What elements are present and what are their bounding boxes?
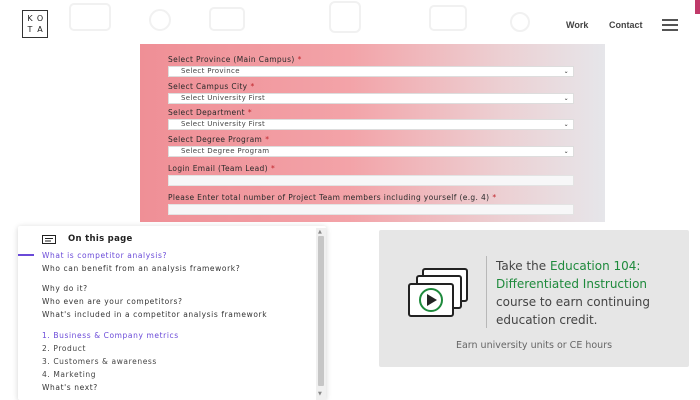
logo-letter: O bbox=[36, 13, 44, 23]
province-select[interactable]: Select Province ⌄ bbox=[168, 66, 574, 77]
nav-contact-link[interactable]: Contact bbox=[609, 20, 643, 30]
field-label-degree-program: Select Degree Program * bbox=[168, 135, 270, 144]
login-email-input[interactable] bbox=[168, 175, 574, 186]
field-label-department: Select Department * bbox=[168, 108, 252, 117]
toc-list-icon bbox=[42, 235, 56, 244]
toc-title: On this page bbox=[68, 234, 133, 244]
scroll-down-icon[interactable]: ▼ bbox=[318, 391, 322, 397]
kota-logo[interactable]: K O T A bbox=[22, 10, 48, 38]
field-label-campus-city: Select Campus City * bbox=[168, 82, 255, 91]
toc-scroll-thumb[interactable] bbox=[318, 236, 324, 386]
toc-item[interactable]: What's next? bbox=[42, 384, 292, 392]
ad-divider bbox=[486, 256, 487, 328]
toc-item[interactable]: What's included in a competitor analysis… bbox=[42, 311, 292, 319]
nav-work-link[interactable]: Work bbox=[566, 20, 588, 30]
toc-item[interactable]: Who can benefit from an analysis framewo… bbox=[42, 265, 292, 273]
ad-headline: Take the Education 104: Differentiated I… bbox=[496, 257, 681, 329]
toc-scrollbar[interactable]: ▲ ▼ bbox=[316, 228, 326, 400]
field-label-province: Select Province (Main Campus) * bbox=[168, 55, 302, 64]
chevron-down-icon: ⌄ bbox=[563, 68, 569, 75]
chevron-down-icon: ⌄ bbox=[563, 95, 569, 102]
toc-item[interactable]: 2. Product bbox=[42, 345, 292, 353]
hamburger-menu-icon[interactable] bbox=[662, 19, 678, 31]
signup-form-panel: Select Province (Main Campus) * Select Pr… bbox=[140, 44, 605, 222]
toc-item[interactable]: 1. Business & Company metrics bbox=[42, 332, 292, 340]
team-members-input[interactable] bbox=[168, 204, 574, 215]
education-course-ad[interactable]: Take the Education 104: Differentiated I… bbox=[379, 230, 689, 367]
logo-letter: T bbox=[27, 24, 33, 34]
campus-city-select[interactable]: Select University First ⌄ bbox=[168, 93, 574, 104]
ad-text-suffix: course to earn continuing education cred… bbox=[496, 295, 651, 327]
logo-letter: K bbox=[27, 13, 33, 23]
toc-item[interactable]: Why do it? bbox=[42, 285, 292, 293]
logo-letter: A bbox=[37, 24, 43, 34]
video-stack-play-icon bbox=[408, 268, 468, 317]
chevron-down-icon: ⌄ bbox=[563, 121, 569, 128]
field-label-login-email: Login Email (Team Lead) * bbox=[168, 164, 276, 173]
department-select[interactable]: Select University First ⌄ bbox=[168, 119, 574, 130]
ad-text-prefix: Take the bbox=[496, 259, 550, 273]
toc-item[interactable]: What is competitor analysis? bbox=[42, 252, 292, 260]
degree-program-select[interactable]: Select Degree Program ⌄ bbox=[168, 146, 574, 157]
toc-active-marker bbox=[18, 254, 34, 256]
chevron-down-icon: ⌄ bbox=[563, 148, 569, 155]
toc-item[interactable]: 4. Marketing bbox=[42, 371, 292, 379]
toc-item[interactable]: Who even are your competitors? bbox=[42, 298, 292, 306]
toc-panel: On this page What is competitor analysis… bbox=[18, 226, 326, 400]
toc-item[interactable]: 3. Customers & awareness bbox=[42, 358, 292, 366]
corner-accent bbox=[695, 0, 700, 14]
field-label-team-members: Please Enter total number of Project Tea… bbox=[168, 193, 497, 202]
ad-footer: Earn university units or CE hours bbox=[455, 340, 613, 351]
scroll-up-icon[interactable]: ▲ bbox=[318, 229, 322, 235]
